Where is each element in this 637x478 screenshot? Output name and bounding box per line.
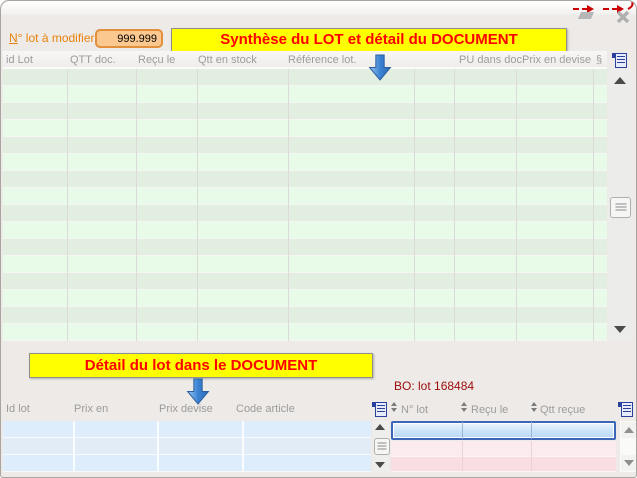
scroll-up-icon[interactable] <box>375 424 385 430</box>
window-controls-annotation <box>573 2 635 24</box>
column-header-code-article[interactable]: Code article <box>236 403 295 415</box>
column-header-id-lot-2[interactable]: Id lot <box>6 403 30 415</box>
column-header-prix-devise-2[interactable]: Prix devise <box>159 403 213 415</box>
scroll-down-icon <box>624 460 634 466</box>
red-arrowhead <box>587 5 594 13</box>
bo-lot-label: BO: lot 168484 <box>394 379 474 393</box>
table-grid-icon[interactable] <box>375 402 387 417</box>
column-header-pu-doc[interactable]: PU dans doc. <box>459 54 525 66</box>
lot-number-label: N° lot à modifier <box>9 31 95 45</box>
minimize-icon[interactable] <box>578 12 594 19</box>
banner-detail: Détail du lot dans le DOCUMENT <box>29 353 373 378</box>
column-header-prix-en[interactable]: Prix en <box>74 403 108 415</box>
table-grid-icon[interactable] <box>621 402 633 417</box>
scroll-up-icon <box>624 427 634 433</box>
column-divider <box>288 69 289 341</box>
scroll-down-icon[interactable] <box>614 326 626 333</box>
lot-label-accesskey: N <box>9 31 18 45</box>
column-divider <box>157 421 159 471</box>
table-row[interactable] <box>3 455 371 472</box>
column-divider <box>462 441 463 471</box>
red-arrow-annotations <box>573 2 633 9</box>
lot-number-input[interactable] <box>95 29 163 48</box>
red-arrowhead <box>617 5 624 13</box>
column-divider <box>531 422 532 439</box>
column-divider <box>197 69 198 341</box>
column-divider <box>531 441 532 471</box>
column-header-qtt-doc[interactable]: QTT doc. <box>70 54 116 66</box>
selected-table-row[interactable] <box>391 421 616 440</box>
column-header-qtt-recue[interactable]: Qtt reçue <box>540 404 585 416</box>
sort-arrows-icon[interactable] <box>531 402 538 412</box>
column-divider <box>67 69 68 341</box>
banner-synthese: Synthèse du LOT et détail du DOCUMENT <box>171 28 567 52</box>
grip-icon <box>378 442 387 451</box>
column-divider <box>414 69 415 341</box>
table-row[interactable] <box>391 457 616 472</box>
column-divider <box>593 69 594 341</box>
column-divider <box>454 69 455 341</box>
column-header-recu-le[interactable]: Reçu le <box>138 54 175 66</box>
column-header-n-lot[interactable]: N° lot <box>401 404 428 416</box>
column-divider <box>242 421 244 471</box>
column-header-recu-le-2[interactable]: Reçu le <box>471 404 508 416</box>
column-header-id-lot[interactable]: id Lot <box>6 54 33 66</box>
lot-label-rest: ° lot à modifier <box>18 31 95 45</box>
scroll-up-button[interactable] <box>621 422 637 438</box>
scrollbar-thumb[interactable] <box>374 438 390 455</box>
grip-icon <box>615 203 626 212</box>
column-divider <box>136 69 137 341</box>
scroll-down-icon[interactable] <box>375 462 385 468</box>
table-grid-icon[interactable] <box>615 53 627 68</box>
column-divider <box>462 422 463 439</box>
down-arrow-pointer <box>367 54 393 81</box>
column-header-section[interactable]: § <box>596 54 602 66</box>
column-header-prix-devise[interactable]: Prix en devise <box>522 54 591 66</box>
column-divider <box>73 421 75 471</box>
column-divider <box>516 69 517 341</box>
column-header-reference-lot[interactable]: Référence lot. <box>288 54 356 66</box>
sort-arrows-icon[interactable] <box>391 402 398 412</box>
table-row[interactable] <box>3 438 371 455</box>
application-window: N° lot à modifier Synthèse du LOT et dét… <box>0 0 637 478</box>
down-arrow-pointer <box>185 378 211 405</box>
title-strip <box>1 1 636 15</box>
close-icon[interactable] <box>618 12 628 22</box>
sort-arrows-icon[interactable] <box>461 402 468 412</box>
table-row[interactable] <box>3 421 371 438</box>
scroll-up-icon[interactable] <box>614 77 626 84</box>
scroll-down-button[interactable] <box>621 455 637 471</box>
scrollbar-thumb[interactable] <box>610 197 631 218</box>
table-row[interactable] <box>391 441 616 457</box>
column-header-qtt-stock[interactable]: Qtt en stock <box>198 54 257 66</box>
